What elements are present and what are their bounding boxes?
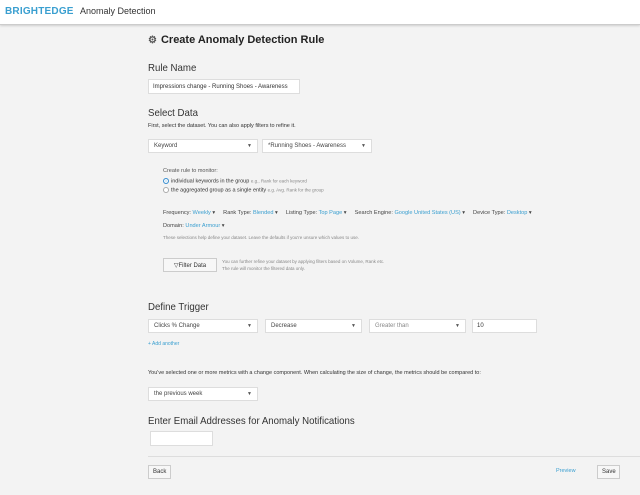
threshold-input[interactable]: 10 [472, 319, 537, 333]
chevron-down-icon: ▼ [351, 323, 356, 329]
filter-frequency[interactable]: Frequency: Weekly ▾ [163, 210, 215, 216]
group-select[interactable]: *Running Shoes - Awareness ▼ [262, 139, 372, 153]
filter-help-1: You can further refine your dataset by a… [222, 259, 385, 264]
monitor-label: Create rule to monitor: [163, 168, 218, 174]
email-input[interactable] [150, 431, 213, 446]
operator-select[interactable]: Greater than ▼ [369, 319, 466, 333]
add-another-link[interactable]: + Add another [148, 341, 179, 347]
filters-help: These selections help define your datase… [163, 235, 359, 240]
filter-data-button[interactable]: ▽Filter Data [163, 258, 217, 272]
option-individual[interactable]: individual keywords in the group e.g., R… [163, 178, 307, 184]
page-title: ⚙ Create Anomaly Detection Rule [148, 34, 325, 46]
select-data-subtitle: First, select the dataset. You can also … [148, 123, 296, 129]
chevron-down-icon: ▼ [247, 323, 252, 329]
preview-link[interactable]: Preview [556, 468, 576, 474]
option-aggregated[interactable]: the aggregated group as a single entity … [163, 187, 324, 193]
save-button[interactable]: Save [597, 465, 620, 479]
chevron-down-icon: ▼ [455, 323, 460, 329]
compare-select[interactable]: the previous week ▼ [148, 387, 258, 401]
direction-select[interactable]: Decrease ▼ [265, 319, 362, 333]
filter-domain[interactable]: Domain: Under Armour ▾ [163, 223, 225, 229]
metric-select[interactable]: Clicks % Change ▼ [148, 319, 258, 333]
radio-unselected[interactable] [163, 187, 169, 193]
define-trigger-heading: Define Trigger [148, 301, 209, 313]
radio-selected[interactable] [163, 178, 169, 184]
filter-help-2: The rule will monitor the filtered data … [222, 266, 305, 271]
brightedge-logo[interactable]: BRIGHTEDGE [5, 6, 74, 17]
back-button[interactable]: Back [148, 465, 171, 479]
filter-listing-type[interactable]: Listing Type: Top Page ▾ [286, 210, 347, 216]
top-header: BRIGHTEDGE Anomaly Detection [0, 0, 640, 25]
email-heading: Enter Email Addresses for Anomaly Notifi… [148, 415, 355, 427]
filter-device-type[interactable]: Device Type: Desktop ▾ [473, 210, 532, 216]
rule-name-heading: Rule Name [148, 62, 197, 74]
app-title[interactable]: Anomaly Detection [80, 6, 156, 16]
chevron-down-icon: ▼ [361, 143, 366, 149]
compare-text: You've selected one or more metrics with… [148, 370, 481, 376]
anomaly-rule-icon: ⚙ [148, 34, 157, 46]
filter-search-engine[interactable]: Search Engine: Google United States (US)… [355, 210, 465, 216]
footer-divider [148, 456, 640, 457]
dataset-select[interactable]: Keyword ▼ [148, 139, 258, 153]
chevron-down-icon: ▼ [247, 143, 252, 149]
filter-rank-type[interactable]: Rank Type: Blended ▾ [223, 210, 278, 216]
filters-row: Frequency: Weekly ▾ Rank Type: Blended ▾… [163, 210, 532, 216]
select-data-heading: Select Data [148, 107, 198, 119]
rule-name-input[interactable]: Impressions change - Running Shoes - Awa… [148, 79, 300, 94]
chevron-down-icon: ▼ [247, 391, 252, 397]
